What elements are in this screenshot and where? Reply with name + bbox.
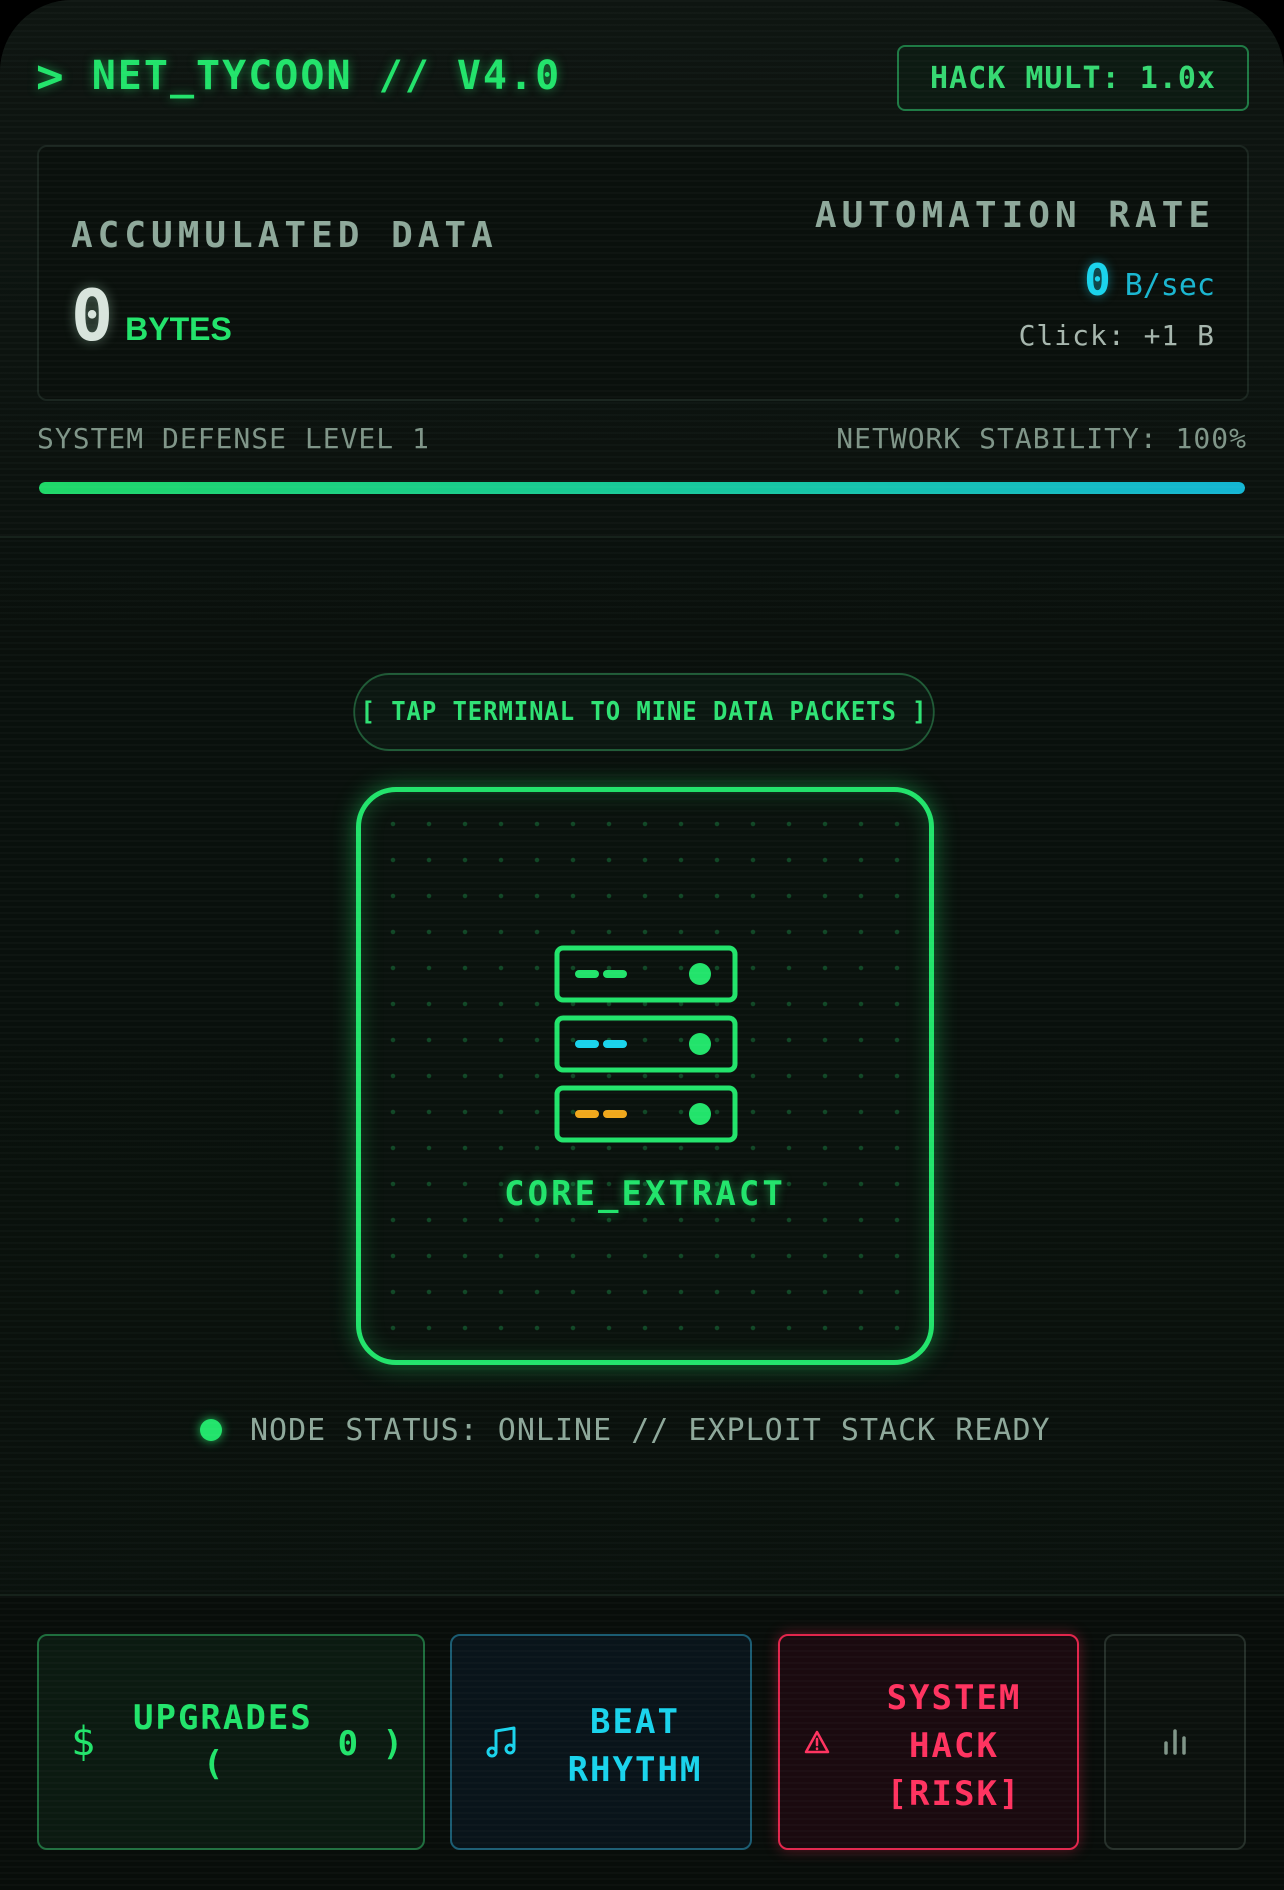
accumulated-data-label: ACCUMULATED DATA — [71, 215, 498, 256]
accumulated-data-value: 0 — [71, 275, 114, 357]
beat-label-line2: RHYTHM — [567, 1750, 703, 1790]
accumulated-data-readout: 0 BYTES — [71, 275, 232, 357]
upgrades-count: 0 ) — [337, 1724, 405, 1764]
mining-terminal-button[interactable]: CORE_EXTRACT — [356, 787, 934, 1365]
node-status-text: NODE STATUS: ONLINE // EXPLOIT STACK REA… — [250, 1412, 1051, 1448]
tap-hint-pill: [ TAP TERMINAL TO MINE DATA PACKETS ] — [353, 673, 935, 751]
hack-label-line2: HACK — [909, 1726, 999, 1766]
click-rate-text: Click: +1 B — [1018, 319, 1215, 352]
upgrades-paren: ( — [203, 1744, 226, 1784]
node-status-line: NODE STATUS: ONLINE // EXPLOIT STACK REA… — [200, 1410, 1051, 1450]
accumulated-data-unit: BYTES — [125, 311, 232, 347]
system-hack-label: SYSTEM HACK [RISK] — [844, 1674, 1064, 1818]
bottom-action-bar: $ UPGRADES ( 0 ) BEAT RHYTHM SYSTEM HACK… — [0, 1594, 1284, 1890]
defense-level-text: SYSTEM DEFENSE LEVEL 1 — [37, 422, 430, 455]
automation-rate-unit: B/sec — [1124, 268, 1215, 303]
app-title: > NET_TYCOON // V4.0 — [36, 48, 561, 104]
hack-multiplier-badge: HACK MULT: 1.0x — [897, 45, 1249, 111]
automation-rate-label: AUTOMATION RATE — [814, 195, 1215, 236]
bar-chart-icon — [1164, 1729, 1186, 1755]
game-screen: > NET_TYCOON // V4.0 HACK MULT: 1.0x ACC… — [0, 0, 1284, 1890]
stability-bar-fill — [39, 482, 1245, 494]
upgrades-label-block: UPGRADES ( 0 ) — [125, 1698, 405, 1784]
stats-panel: ACCUMULATED DATA 0 BYTES AUTOMATION RATE… — [37, 145, 1249, 401]
automation-rate-value: 0 — [1084, 255, 1111, 306]
status-dot-icon — [200, 1419, 222, 1441]
upgrades-count-line: ( 0 ) — [125, 1724, 405, 1784]
stability-bar — [39, 482, 1245, 494]
hack-label-line1: SYSTEM — [886, 1678, 1022, 1718]
warning-icon — [804, 1730, 830, 1754]
dollar-icon: $ — [71, 1719, 98, 1765]
system-hack-button[interactable]: SYSTEM HACK [RISK] — [778, 1634, 1079, 1850]
beat-label-line1: BEAT — [590, 1702, 680, 1742]
server-icon — [554, 945, 738, 1143]
beat-rhythm-button[interactable]: BEAT RHYTHM — [450, 1634, 752, 1850]
automation-rate-readout: 0 B/sec — [1084, 255, 1215, 306]
hack-label-line3: [RISK] — [886, 1774, 1022, 1814]
music-note-icon — [484, 1725, 518, 1759]
network-stability-text: NETWORK STABILITY: 100% — [836, 422, 1247, 455]
app-title-text: NET_TYCOON // V4.0 — [91, 53, 562, 99]
prompt-icon: > — [36, 49, 66, 103]
header-panel: > NET_TYCOON // V4.0 HACK MULT: 1.0x ACC… — [0, 0, 1284, 538]
upgrades-button[interactable]: $ UPGRADES ( 0 ) — [37, 1634, 425, 1850]
core-extract-label: CORE_EXTRACT — [504, 1174, 786, 1214]
stats-button[interactable] — [1104, 1634, 1246, 1850]
beat-rhythm-label: BEAT RHYTHM — [538, 1698, 732, 1794]
